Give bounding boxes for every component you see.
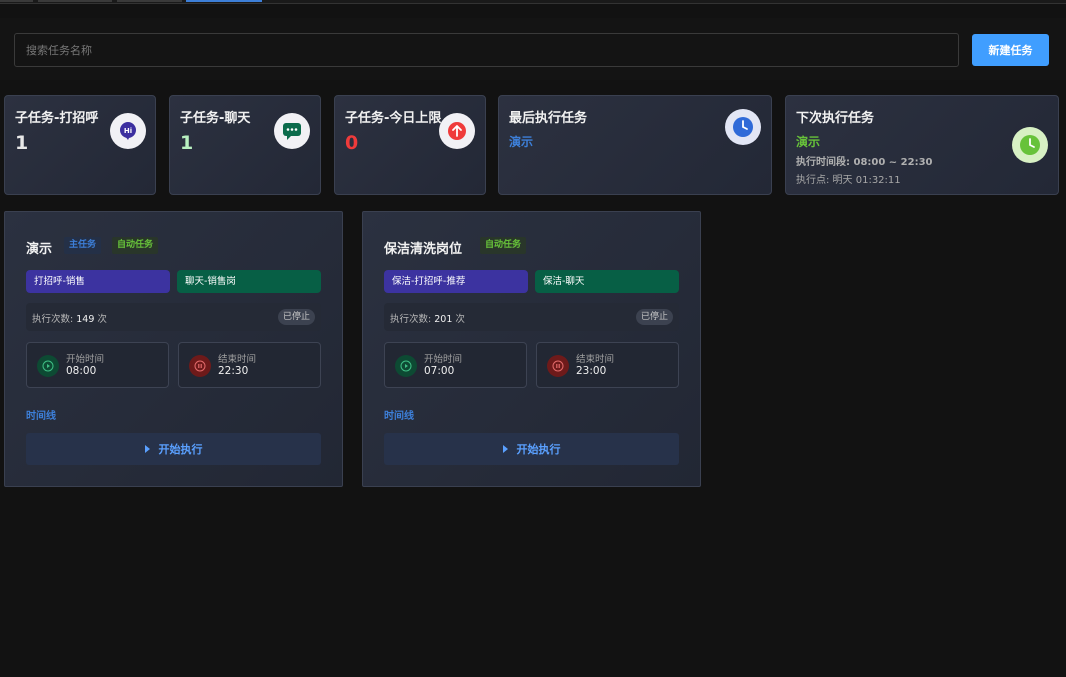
arrow-up-icon xyxy=(439,113,475,149)
end-time-label: 结束时间 xyxy=(218,354,257,365)
task-name: 演示 xyxy=(26,242,53,257)
play-icon xyxy=(37,355,59,377)
stat-title: 子任务-聊天 xyxy=(180,111,251,126)
clock-icon xyxy=(725,109,761,145)
stat-card-last-executed: 最后执行任务 演示 xyxy=(498,95,772,195)
stat-value: 1 xyxy=(15,132,29,154)
hi-bubble-icon: Hi xyxy=(110,113,146,149)
new-task-button[interactable]: 新建任务 xyxy=(972,34,1049,66)
subtask-pill[interactable]: 打招呼-销售 xyxy=(26,270,170,293)
subtask-pill[interactable]: 保洁-打招呼-推荐 xyxy=(384,270,528,293)
start-time-value: 07:00 xyxy=(424,365,455,377)
chat-bubble-icon xyxy=(274,113,310,149)
search-input[interactable] xyxy=(14,33,959,67)
subtask-pill[interactable]: 聊天-销售岗 xyxy=(177,270,321,293)
auto-task-tag: 自动任务 xyxy=(112,237,159,254)
timeline-link[interactable]: 时间线 xyxy=(26,407,56,422)
stat-card-greeting: 子任务-打招呼 1 Hi xyxy=(4,95,156,195)
end-time-value: 23:00 xyxy=(576,365,607,377)
main-task-tag: 主任务 xyxy=(64,237,102,254)
stat-value: 1 xyxy=(180,132,194,154)
pause-icon xyxy=(189,355,211,377)
start-time-box: 开始时间 07:00 xyxy=(384,342,527,388)
status-badge: 已停止 xyxy=(635,309,673,325)
tab-1[interactable] xyxy=(0,0,33,2)
pause-icon xyxy=(547,355,569,377)
exec-count-label: 执行次数: 149 次 xyxy=(32,314,107,325)
task-card: 保洁清洗岗位 自动任务 保洁-打招呼-推荐 保洁-聊天 执行次数: 201 次 … xyxy=(362,211,701,487)
search-bar: 新建任务 xyxy=(0,18,1066,80)
tab-3[interactable] xyxy=(117,0,182,2)
exec-count-box: 执行次数: 201 次 已停止 xyxy=(384,303,679,331)
task-name: 保洁清洗岗位 xyxy=(384,242,463,257)
status-badge: 已停止 xyxy=(277,309,315,325)
exec-count-value: 149 xyxy=(76,314,95,325)
stat-title: 最后执行任务 xyxy=(509,111,588,126)
start-time-label: 开始时间 xyxy=(424,354,463,365)
svg-text:Hi: Hi xyxy=(124,127,132,135)
start-execute-button[interactable]: 开始执行 xyxy=(384,433,679,465)
start-time-value: 08:00 xyxy=(66,365,97,377)
start-time-box: 开始时间 08:00 xyxy=(26,342,169,388)
start-execute-button[interactable]: 开始执行 xyxy=(26,433,321,465)
last-task-link[interactable]: 演示 xyxy=(509,133,533,150)
play-icon xyxy=(395,355,417,377)
end-time-box: 结束时间 23:00 xyxy=(536,342,679,388)
next-task-point: 执行点: 明天 01:32:11 xyxy=(796,175,901,186)
tab-active[interactable] xyxy=(186,0,262,2)
next-task-name: 演示 xyxy=(796,135,821,149)
subtask-pill[interactable]: 保洁-聊天 xyxy=(535,270,679,293)
stat-card-chat: 子任务-聊天 1 xyxy=(169,95,321,195)
auto-task-tag: 自动任务 xyxy=(480,237,527,254)
tab-strip xyxy=(0,0,1066,4)
tab-2[interactable] xyxy=(38,0,112,2)
end-time-value: 22:30 xyxy=(218,365,249,377)
stat-value: 0 xyxy=(345,132,359,154)
play-triangle-icon xyxy=(144,445,150,453)
next-task-period: 执行时间段: 08:00 ~ 22:30 xyxy=(796,157,933,168)
exec-count-label: 执行次数: 201 次 xyxy=(390,314,465,325)
end-time-label: 结束时间 xyxy=(576,354,615,365)
end-time-box: 结束时间 22:30 xyxy=(178,342,321,388)
start-time-label: 开始时间 xyxy=(66,354,105,365)
timeline-link[interactable]: 时间线 xyxy=(384,407,414,422)
stat-title: 子任务-今日上限 xyxy=(345,111,442,126)
exec-count-value: 201 xyxy=(434,314,453,325)
stat-card-daily-limit: 子任务-今日上限 0 xyxy=(334,95,486,195)
exec-count-box: 执行次数: 149 次 已停止 xyxy=(26,303,321,331)
stat-card-next-execute: 下次执行任务 演示 执行时间段: 08:00 ~ 22:30 执行点: 明天 0… xyxy=(785,95,1059,195)
play-triangle-icon xyxy=(502,445,508,453)
stat-title: 下次执行任务 xyxy=(796,111,875,126)
stat-title: 子任务-打招呼 xyxy=(15,111,99,126)
task-card: 演示 主任务 自动任务 打招呼-销售 聊天-销售岗 执行次数: 149 次 已停… xyxy=(4,211,343,487)
clock-icon xyxy=(1012,127,1048,163)
